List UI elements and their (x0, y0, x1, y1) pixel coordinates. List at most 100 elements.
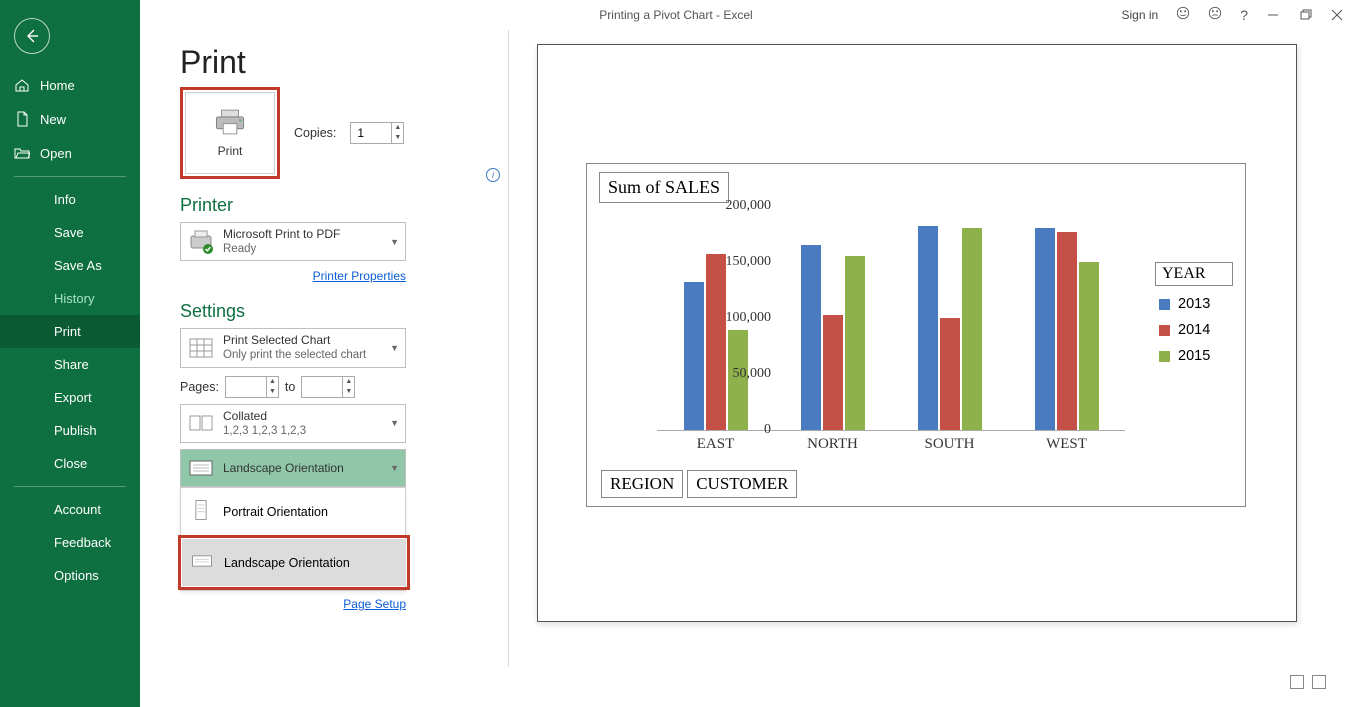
sidebar-item-print[interactable]: Print (0, 315, 140, 348)
print-button[interactable]: Print (185, 92, 275, 174)
portrait-icon (189, 498, 213, 525)
chart-x-tick: EAST (697, 436, 735, 453)
legend-title: YEAR (1155, 262, 1233, 286)
chart-bar (1057, 232, 1077, 430)
window-title: Printing a Pivot Chart - Excel (599, 8, 752, 22)
orientation-option-landscape[interactable]: Landscape Orientation (182, 539, 406, 586)
legend-item: 2015 (1159, 348, 1233, 364)
page-from-input[interactable] (226, 377, 266, 397)
sidebar-item-feedback[interactable]: Feedback (0, 526, 140, 559)
chevron-down-icon: ▼ (390, 237, 399, 247)
chart-x-tick: NORTH (807, 436, 858, 453)
chart-bar (684, 282, 704, 430)
chart-title: Sum of SALES (599, 172, 729, 203)
chevron-down-icon: ▼ (390, 463, 399, 473)
sidebar-item-home[interactable]: Home (0, 68, 140, 102)
chart-x-tick: SOUTH (924, 436, 974, 453)
copies-input[interactable] (351, 123, 391, 143)
printer-heading: Printer (180, 195, 500, 216)
help-icon[interactable]: ? (1240, 7, 1248, 23)
sidebar-item-account[interactable]: Account (0, 493, 140, 526)
sidebar-item-save[interactable]: Save (0, 216, 140, 249)
spin-down-icon[interactable]: ▼ (392, 133, 403, 143)
landscape-icon (187, 454, 215, 482)
chart-x-tick: WEST (1046, 436, 1087, 453)
printer-icon (213, 108, 247, 136)
legend-swatch (1159, 325, 1170, 336)
pivot-chart: Sum of SALES 0 50,000 100,000 150,000 200,00… (586, 163, 1246, 507)
collated-icon (187, 409, 215, 437)
page-title: Print (180, 44, 500, 81)
page-from-spinner[interactable]: ▲▼ (225, 376, 279, 398)
print-backstage: Print Print Copies: ▲▼ i Printer Microso… (140, 30, 1352, 707)
backstage-sidebar: Home New Open Info Save Save As History … (0, 0, 140, 707)
chart-bar (918, 226, 938, 430)
copies-label: Copies: (294, 126, 336, 140)
sidebar-item-info[interactable]: Info (0, 183, 140, 216)
chart-bar (962, 228, 982, 430)
orientation-menu: Portrait Orientation Landscape Orientati… (180, 487, 406, 591)
chart-bar (845, 256, 865, 430)
sidebar-item-saveas[interactable]: Save As (0, 249, 140, 282)
close-button[interactable] (1330, 8, 1344, 22)
legend-item: 2014 (1159, 322, 1233, 338)
sidebar-item-close[interactable]: Close (0, 447, 140, 480)
restore-button[interactable] (1298, 8, 1312, 22)
spin-up-icon[interactable]: ▲ (392, 123, 403, 133)
page-to-input[interactable] (302, 377, 342, 397)
page-setup-link[interactable]: Page Setup (343, 597, 406, 611)
page-to-spinner[interactable]: ▲▼ (301, 376, 355, 398)
printer-properties-link[interactable]: Printer Properties (313, 269, 406, 283)
new-icon (14, 111, 30, 127)
axis-box-region[interactable]: REGION (601, 470, 683, 498)
sidebar-item-publish[interactable]: Publish (0, 414, 140, 447)
collation-dropdown[interactable]: Collated1,2,3 1,2,3 1,2,3 ▼ (180, 404, 406, 443)
sidebar-item-export[interactable]: Export (0, 381, 140, 414)
open-icon (14, 145, 30, 161)
chart-axis-filter-boxes: REGION CUSTOMER (601, 470, 797, 498)
chart-x-axis (657, 430, 1125, 431)
smile-icon[interactable] (1176, 6, 1190, 25)
chart-y-tick: 50,000 (733, 366, 772, 382)
chart-bar (1079, 262, 1099, 430)
show-margins-icon[interactable] (1290, 675, 1304, 689)
chart-legend: YEAR 2013 2014 2015 (1155, 262, 1233, 374)
home-icon (14, 77, 30, 93)
chart-y-tick: 0 (764, 422, 771, 438)
sidebar-item-new[interactable]: New (0, 102, 140, 136)
printer-dropdown[interactable]: Microsoft Print to PDFReady ▼ (180, 222, 406, 261)
chart-bar (940, 318, 960, 430)
highlight-landscape-option: Landscape Orientation (178, 535, 410, 590)
chart-bar (706, 254, 726, 430)
chart-y-tick: 150,000 (726, 254, 772, 270)
settings-heading: Settings (180, 301, 500, 322)
axis-box-customer[interactable]: CUSTOMER (687, 470, 797, 498)
legend-swatch (1159, 351, 1170, 362)
printer-info-icon[interactable]: i (486, 168, 500, 182)
titlebar: Printing a Pivot Chart - Excel Sign in ? (0, 0, 1352, 30)
chart-bar (801, 245, 821, 430)
divider (508, 30, 509, 667)
landscape-icon (190, 549, 214, 576)
pages-label: Pages: (180, 380, 219, 394)
zoom-to-page-icon[interactable] (1312, 675, 1326, 689)
preview-page: Sum of SALES 0 50,000 100,000 150,000 200,00… (537, 44, 1297, 622)
sidebar-item-share[interactable]: Share (0, 348, 140, 381)
sidebar-item-open[interactable]: Open (0, 136, 140, 170)
sidebar-item-history[interactable]: History (0, 282, 140, 315)
chart-y-tick: 100,000 (726, 310, 772, 326)
orientation-option-portrait[interactable]: Portrait Orientation (181, 488, 405, 535)
highlight-print-button: Print (180, 87, 280, 179)
copies-spinner[interactable]: ▲▼ (350, 122, 404, 144)
orientation-dropdown[interactable]: Landscape Orientation ▼ (180, 449, 406, 487)
chevron-down-icon: ▼ (390, 343, 399, 353)
print-scope-dropdown[interactable]: Print Selected ChartOnly print the selec… (180, 328, 406, 367)
frown-icon[interactable] (1208, 6, 1222, 25)
chart-y-tick: 200,000 (726, 198, 772, 214)
signin-link[interactable]: Sign in (1122, 8, 1159, 22)
legend-item: 2013 (1159, 296, 1233, 312)
sidebar-item-options[interactable]: Options (0, 559, 140, 592)
minimize-button[interactable] (1266, 8, 1280, 22)
chart-scope-icon (187, 334, 215, 362)
back-button[interactable] (14, 18, 50, 54)
